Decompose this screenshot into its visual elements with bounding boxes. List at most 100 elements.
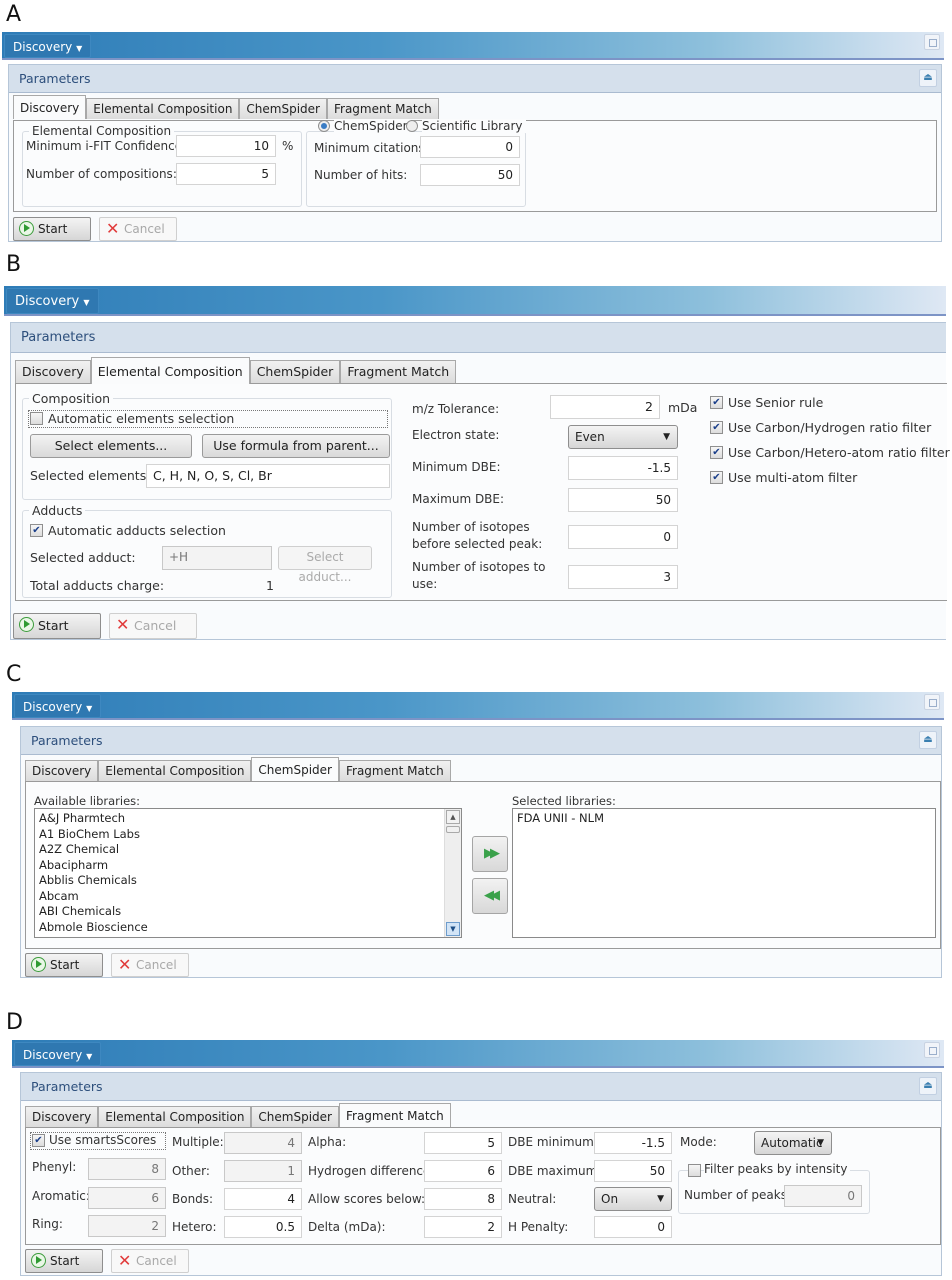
neutral-select[interactable]: On ▼ [594, 1187, 672, 1211]
selected-elements-label: Selected elements: [30, 468, 151, 483]
scrollbar[interactable]: ▲ ▼ [444, 809, 461, 937]
list-item[interactable]: Abmole Bioscience [35, 920, 461, 936]
hydrogen-difference-input[interactable]: 6 [424, 1160, 502, 1182]
max-dbe-input[interactable]: 50 [568, 488, 678, 512]
add-library-button[interactable]: ▶▶ [472, 836, 508, 872]
num-peaks-input[interactable]: 0 [784, 1185, 862, 1207]
tab-elemental-composition[interactable]: Elemental Composition [86, 98, 240, 119]
list-item[interactable]: A2Z Chemical [35, 842, 461, 858]
chetero-ratio-label: Use Carbon/Hetero-atom ratio filter [728, 445, 950, 460]
tab-discovery[interactable]: Discovery [25, 760, 99, 781]
selected-elements-input[interactable]: C, H, N, O, S, Cl, Br [146, 464, 390, 488]
start-button[interactable]: Start [25, 953, 103, 977]
alpha-input[interactable]: 5 [424, 1132, 502, 1154]
aromatic-input[interactable]: 6 [88, 1187, 166, 1209]
use-smarts-checkbox[interactable]: ✔ [32, 1134, 45, 1147]
multi-atom-checkbox[interactable]: ✔ [710, 471, 723, 484]
select-elements-button[interactable]: Select elements... [30, 434, 192, 458]
scroll-down-icon[interactable]: ▼ [446, 922, 460, 936]
filter-peaks-checkbox[interactable] [688, 1164, 701, 1177]
tab-discovery[interactable]: Discovery [13, 95, 87, 119]
tab-fragment-match[interactable]: Fragment Match [326, 98, 439, 119]
list-item[interactable]: Abacipharm [35, 858, 461, 874]
radio-chemspider[interactable] [318, 120, 330, 132]
tab-chemspider[interactable]: ChemSpider [249, 360, 341, 383]
restore-window-icon[interactable] [924, 34, 940, 50]
ring-input[interactable]: 2 [88, 1215, 166, 1237]
tab-chemspider[interactable]: ChemSpider [251, 1106, 339, 1127]
tab-elemental-composition[interactable]: Elemental Composition [98, 760, 252, 781]
discovery-menu-button[interactable]: Discovery ▼ [6, 288, 99, 314]
radio-scientific-library-label: Scientific Library [422, 119, 526, 133]
tab-chemspider[interactable]: ChemSpider [239, 98, 327, 119]
start-button[interactable]: Start [13, 217, 91, 241]
tab-elemental-composition[interactable]: Elemental Composition [98, 1106, 252, 1127]
mode-select[interactable]: Automatic ▼ [754, 1131, 832, 1155]
mz-tolerance-input[interactable]: 2 [550, 395, 660, 419]
scroll-thumb[interactable] [446, 826, 460, 833]
h-penalty-input[interactable]: 0 [594, 1216, 672, 1238]
available-libraries-list[interactable]: A&J Pharmtech A1 BioChem Labs A2Z Chemic… [34, 808, 462, 938]
tab-elemental-composition[interactable]: Elemental Composition [90, 357, 250, 384]
list-item[interactable]: FDA UNII - NLM [513, 811, 935, 827]
collapse-icon[interactable]: ⏏ [919, 69, 937, 87]
min-ifit-input[interactable]: 10 [176, 135, 276, 157]
select-adduct-button[interactable]: Select adduct... [278, 546, 372, 584]
scroll-up-icon[interactable]: ▲ [446, 810, 460, 824]
auto-adducts-checkbox[interactable]: ✔ [30, 524, 43, 537]
allow-scores-input[interactable]: 8 [424, 1188, 502, 1210]
remove-library-button[interactable]: ◀◀ [472, 878, 508, 914]
iso-before-input[interactable]: 0 [568, 525, 678, 549]
tab-discovery[interactable]: Discovery [25, 1106, 99, 1127]
hetero-input[interactable]: 0.5 [224, 1216, 302, 1238]
num-hits-input[interactable]: 50 [420, 164, 520, 186]
cancel-button[interactable]: ✕ Cancel [109, 613, 197, 639]
collapse-icon[interactable]: ⏏ [919, 731, 937, 749]
other-input[interactable]: 1 [224, 1160, 302, 1182]
start-button[interactable]: Start [25, 1249, 103, 1273]
discovery-menu-button[interactable]: Discovery ▼ [14, 1042, 102, 1066]
cancel-button[interactable]: ✕ Cancel [99, 217, 177, 241]
multiple-input[interactable]: 4 [224, 1132, 302, 1154]
min-citations-input[interactable]: 0 [420, 136, 520, 158]
chetero-ratio-checkbox[interactable]: ✔ [710, 446, 723, 459]
tab-fragment-match[interactable]: Fragment Match [338, 760, 451, 781]
delta-input[interactable]: 2 [424, 1216, 502, 1238]
senior-rule-checkbox[interactable]: ✔ [710, 396, 723, 409]
parameters-title: Parameters [31, 733, 103, 748]
discovery-menu-button[interactable]: Discovery ▼ [4, 34, 92, 58]
collapse-icon[interactable]: ⏏ [919, 1077, 937, 1095]
cancel-button[interactable]: ✕ Cancel [111, 1249, 189, 1273]
tab-discovery[interactable]: Discovery [15, 360, 91, 383]
dbe-maximum-input[interactable]: 50 [594, 1160, 672, 1182]
ch-ratio-checkbox[interactable]: ✔ [710, 421, 723, 434]
restore-window-icon[interactable] [924, 694, 940, 710]
list-item[interactable]: Abcam [35, 889, 461, 905]
phenyl-input[interactable]: 8 [88, 1158, 166, 1180]
list-item[interactable]: A&J Pharmtech [35, 811, 461, 827]
num-compositions-input[interactable]: 5 [176, 163, 276, 185]
dbe-minimum-input[interactable]: -1.5 [594, 1132, 672, 1154]
iso-use-input[interactable]: 3 [568, 565, 678, 589]
list-item[interactable]: A1 BioChem Labs [35, 827, 461, 843]
use-formula-button[interactable]: Use formula from parent... [202, 434, 390, 458]
discovery-menu-button[interactable]: Discovery ▼ [14, 694, 102, 718]
cancel-button[interactable]: ✕ Cancel [111, 953, 189, 977]
start-button[interactable]: Start [13, 613, 101, 639]
tab-fragment-match[interactable]: Fragment Match [340, 360, 457, 383]
bonds-input[interactable]: 4 [224, 1188, 302, 1210]
selected-libraries-list[interactable]: FDA UNII - NLM [512, 808, 936, 938]
selected-adduct-input[interactable]: +H [162, 546, 272, 570]
tab-fragment-match[interactable]: Fragment Match [338, 1103, 451, 1127]
radio-scientific-library[interactable] [406, 120, 418, 132]
auto-elements-checkbox[interactable] [30, 412, 43, 425]
list-item[interactable]: ABI Chemicals [35, 904, 461, 920]
min-dbe-input[interactable]: -1.5 [568, 456, 678, 480]
list-item[interactable]: Abblis Chemicals [35, 873, 461, 889]
restore-window-icon[interactable] [924, 1042, 940, 1058]
total-charge-value: 1 [266, 578, 274, 593]
tab-chemspider[interactable]: ChemSpider [251, 757, 339, 781]
electron-state-select[interactable]: Even ▼ [568, 425, 678, 449]
panel-a: Discovery ▼ Parameters ⏏ Discovery Elemen… [2, 32, 944, 244]
tab-strip: Discovery Elemental Composition ChemSpid… [21, 757, 941, 781]
